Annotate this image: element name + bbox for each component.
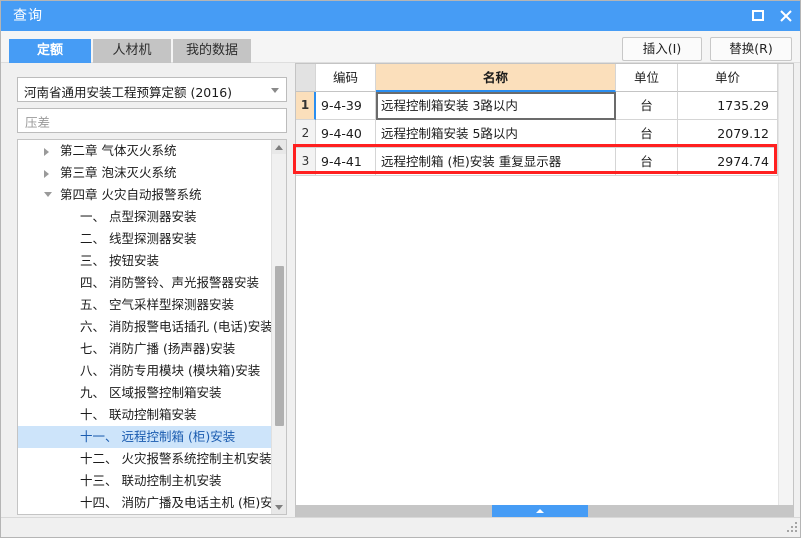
tree-item[interactable]: 十、 联动控制箱安装 <box>18 404 272 426</box>
tree-item[interactable]: 十二、 火灾报警系统控制主机安装 <box>18 448 272 470</box>
tree-item[interactable]: 十四、 消防广播及电话主机 (柜)安 <box>18 492 272 514</box>
tree-item[interactable]: 八、 消防专用模块 (模块箱)安装 <box>18 360 272 382</box>
category-tree-items: 第二章 气体灭火系统 第三章 泡沫灭火系统第四章 火灾自动报警系统一、 点型探测器… <box>18 140 272 514</box>
tree-item-label: 七、 消防广播 (扬声器)安装 <box>80 341 236 356</box>
column-header-name[interactable]: 名称 <box>376 64 616 92</box>
tree-item-label: 四、 消防警铃、声光报警器安装 <box>80 275 259 290</box>
search-box[interactable] <box>17 108 287 133</box>
grid-cell-price[interactable]: 1735.29 <box>678 92 778 120</box>
tree-item[interactable]: 第三章 泡沫灭火系统 <box>18 162 272 184</box>
triangle-right-icon[interactable] <box>44 170 49 178</box>
tree-item[interactable]: 十三、 联动控制主机安装 <box>18 470 272 492</box>
tree-item-label: 十二、 火灾报警系统控制主机安装 <box>80 451 272 466</box>
grid-cell-unit[interactable]: 台 <box>616 92 678 120</box>
column-header-unit[interactable]: 单位 <box>616 64 678 92</box>
tree-item-label: 十、 联动控制箱安装 <box>80 407 197 422</box>
status-bar <box>1 517 800 537</box>
resize-grip-icon[interactable] <box>787 522 799 534</box>
grid-cell-unit[interactable]: 台 <box>616 148 678 176</box>
column-header-code[interactable]: 编码 <box>316 64 376 92</box>
tree-item[interactable]: 第二章 气体灭火系统 <box>18 140 272 162</box>
tree-item[interactable]: 第四章 火灾自动报警系统 <box>18 184 272 206</box>
tree-scrollbar[interactable] <box>271 140 286 514</box>
grid-row[interactable]: 3 9-4-41 远程控制箱 (柜)安装 重复显示器台 2974.74 <box>296 148 778 176</box>
insert-button[interactable]: 插入(I) <box>622 37 702 61</box>
results-grid: 编码 名称 单位 单价 1 9-4-39 远程控制箱安装 3路以内台 1735.29 2 9-4-… <box>296 64 778 176</box>
panel-collapse-handle[interactable] <box>492 505 588 517</box>
grid-row[interactable]: 1 9-4-39 远程控制箱安装 3路以内台 1735.29 <box>296 92 778 120</box>
tree-item-label: 五、 空气采样型探测器安装 <box>80 297 234 312</box>
replace-button[interactable]: 替换(R) <box>710 37 792 61</box>
grid-header-row: 编码 名称 单位 单价 <box>296 64 778 92</box>
query-dialog: 查询 定额 人材机 我的数据 插入(I) 替换(R) 河南省通用安装工程预算定额… <box>0 0 801 538</box>
close-button[interactable] <box>772 1 800 31</box>
grid-row[interactable]: 2 9-4-40 远程控制箱安装 5路以内台 2079.12 <box>296 120 778 148</box>
tree-item-label: 三、 按钮安装 <box>80 253 159 268</box>
triangle-down-icon[interactable] <box>44 192 52 197</box>
grid-cell-num[interactable]: 2 <box>296 120 316 148</box>
grid-cell-num[interactable]: 1 <box>296 92 316 120</box>
tree-item-label: 一、 点型探测器安装 <box>80 209 197 224</box>
tree-item[interactable]: 六、 消防报警电话插孔 (电话)安装 <box>18 316 272 338</box>
tree-item[interactable]: 五、 空气采样型探测器安装 <box>18 294 272 316</box>
category-tree: 第二章 气体灭火系统 第三章 泡沫灭火系统第四章 火灾自动报警系统一、 点型探测器… <box>17 139 287 515</box>
tree-item[interactable]: 九、 区域报警控制箱安装 <box>18 382 272 404</box>
grid-cell-name[interactable]: 远程控制箱安装 3路以内 <box>376 92 616 120</box>
results-grid-panel: 编码 名称 单位 单价 1 9-4-39 远程控制箱安装 3路以内台 1735.29 2 9-4-… <box>295 63 794 518</box>
tree-item-label: 八、 消防专用模块 (模块箱)安装 <box>80 363 261 378</box>
chevron-down-icon <box>271 88 279 93</box>
tab-rencaiji[interactable]: 人材机 <box>93 39 171 63</box>
left-panel: 河南省通用安装工程预算定额 (2016) 第二章 气体灭火系统第三章 泡沫灭火系… <box>9 73 291 517</box>
window-title: 查询 <box>13 8 43 24</box>
grid-cell-unit[interactable]: 台 <box>616 120 678 148</box>
tree-item[interactable]: 二、 线型探测器安装 <box>18 228 272 250</box>
tree-item-label: 十三、 联动控制主机安装 <box>80 473 222 488</box>
column-header-price[interactable]: 单价 <box>678 64 778 92</box>
scroll-down-arrow-icon[interactable] <box>272 500 286 514</box>
library-select-value: 河南省通用安装工程预算定额 (2016) <box>24 85 233 100</box>
tree-item[interactable]: 四、 消防警铃、声光报警器安装 <box>18 272 272 294</box>
tree-item-label: 第四章 火灾自动报警系统 <box>60 187 202 202</box>
tree-item-label: 第三章 泡沫灭火系统 <box>60 165 177 180</box>
triangle-right-icon[interactable] <box>44 148 49 156</box>
grid-horizontal-scrollbar[interactable] <box>296 505 793 517</box>
tree-item-label: 六、 消防报警电话插孔 (电话)安装 <box>80 319 272 334</box>
grid-scrollbar[interactable] <box>778 64 793 517</box>
grid-cell-code[interactable]: 9-4-40 <box>316 120 376 148</box>
tree-scrollbar-thumb[interactable] <box>275 266 284 426</box>
maximize-button[interactable] <box>744 1 772 31</box>
close-icon <box>780 10 792 22</box>
tree-item-label: 九、 区域报警控制箱安装 <box>80 385 222 400</box>
grid-cell-num[interactable]: 3 <box>296 148 316 176</box>
tree-item-label: 十一、 远程控制箱 (柜)安装 <box>80 429 236 444</box>
maximize-icon <box>752 10 764 21</box>
grid-cell-price[interactable]: 2079.12 <box>678 120 778 148</box>
tree-item-label: 第二章 气体灭火系统 <box>60 143 177 158</box>
tree-item[interactable]: 七、 消防广播 (扬声器)安装 <box>18 338 272 360</box>
tree-item[interactable]: 十一、 远程控制箱 (柜)安装 <box>18 426 272 448</box>
title-bar: 查询 <box>1 1 800 31</box>
search-input[interactable] <box>23 112 282 132</box>
tree-item-label: 二、 线型探测器安装 <box>80 231 197 246</box>
grid-cell-code[interactable]: 9-4-41 <box>316 148 376 176</box>
tree-item[interactable]: 三、 按钮安装 <box>18 250 272 272</box>
grid-cell-name[interactable]: 远程控制箱安装 5路以内 <box>376 120 616 148</box>
grid-cell-name[interactable]: 远程控制箱 (柜)安装 重复显示器 <box>376 148 616 176</box>
tree-item-label: 十四、 消防广播及电话主机 (柜)安 <box>80 495 272 510</box>
grid-cell-price[interactable]: 2974.74 <box>678 148 778 176</box>
tree-item[interactable]: 一、 点型探测器安装 <box>18 206 272 228</box>
tab-my-data[interactable]: 我的数据 <box>173 39 251 63</box>
library-select[interactable]: 河南省通用安装工程预算定额 (2016) <box>17 77 287 102</box>
column-header-num[interactable] <box>296 64 316 92</box>
scroll-up-arrow-icon[interactable] <box>272 140 286 154</box>
tab-dinge[interactable]: 定额 <box>9 39 91 63</box>
grid-cell-code[interactable]: 9-4-39 <box>316 92 376 120</box>
